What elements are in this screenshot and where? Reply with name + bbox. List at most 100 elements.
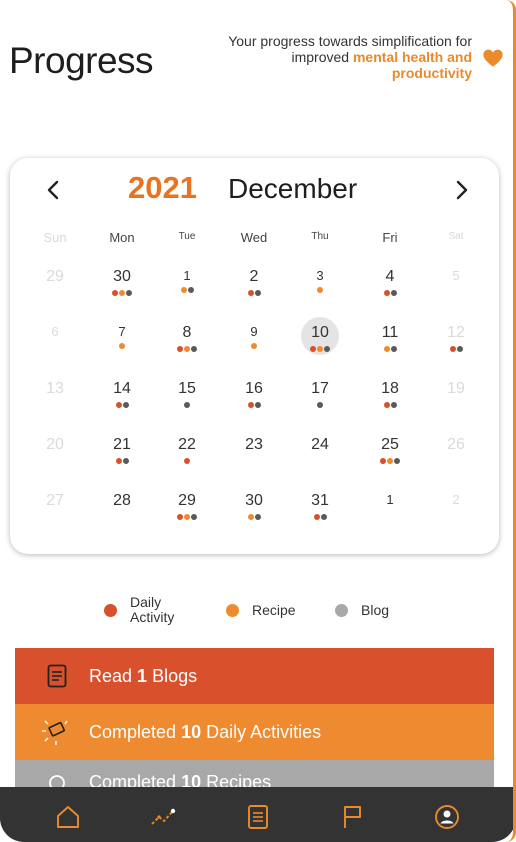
calendar-day[interactable]: 14 xyxy=(100,374,144,420)
calendar-day[interactable]: 13 xyxy=(33,374,77,420)
nav-profile[interactable] xyxy=(432,804,462,830)
calendar-day[interactable]: 19 xyxy=(434,374,478,420)
day-number: 1 xyxy=(183,268,191,283)
nav-home[interactable] xyxy=(53,804,83,830)
calendar-day[interactable]: 20 xyxy=(33,430,77,476)
activity-dots xyxy=(165,402,209,409)
calendar-day[interactable]: 6 xyxy=(33,318,77,364)
recipe-dot xyxy=(317,346,323,352)
calendar-day[interactable]: 30 xyxy=(100,262,144,308)
activity-dots xyxy=(368,290,412,297)
calendar-day[interactable]: 27 xyxy=(33,486,77,532)
summary-suffix: Daily Activities xyxy=(201,721,322,742)
calendar-day[interactable]: 7 xyxy=(100,318,144,364)
day-number: 30 xyxy=(245,492,263,509)
blog-dot xyxy=(335,603,348,617)
bottom-nav xyxy=(0,787,516,842)
nav-progress[interactable] xyxy=(148,804,178,830)
activity-dots xyxy=(368,511,412,518)
day-number: 13 xyxy=(46,380,64,397)
day-number: 12 xyxy=(447,324,465,341)
blog-dot xyxy=(390,402,397,408)
activity-dots xyxy=(434,402,478,409)
calendar-day[interactable]: 18 xyxy=(368,374,412,420)
day-number: 11 xyxy=(381,324,399,341)
calendar-day[interactable]: 4 xyxy=(368,262,412,308)
activity-dots xyxy=(434,346,478,353)
calendar-day[interactable]: 28 xyxy=(100,486,144,532)
blog-dot xyxy=(324,346,330,352)
activity-dots xyxy=(165,346,209,353)
blogs-summary-bar[interactable]: Read 1 Blogs xyxy=(15,648,494,704)
legend-label: Recipe xyxy=(252,601,296,618)
activity-dots xyxy=(232,402,276,409)
flag-icon xyxy=(344,806,361,828)
day-number: 4 xyxy=(385,268,395,285)
blog-dot xyxy=(122,402,129,408)
calendar-day[interactable]: 30 xyxy=(232,486,276,532)
calendar-day[interactable]: 23 xyxy=(232,430,276,476)
calendar-day[interactable]: 26 xyxy=(434,430,478,476)
recipe-dot xyxy=(247,514,254,520)
previous-month-button[interactable] xyxy=(38,172,68,208)
calendar-day[interactable]: 31 xyxy=(298,486,342,532)
daily-activity-dot xyxy=(112,290,118,296)
daily-activity-dot xyxy=(313,514,320,520)
daily-activity-dot xyxy=(104,603,117,617)
daily-activity-dot xyxy=(247,402,254,408)
day-number: 8 xyxy=(182,324,192,341)
calendar-day[interactable]: 11 xyxy=(368,318,412,364)
calendar-day[interactable]: 29 xyxy=(33,262,77,308)
header: Progress Your progress towards simplific… xyxy=(0,0,516,120)
calendar-day[interactable]: 22 xyxy=(165,430,209,476)
calendar-day[interactable]: 5 xyxy=(434,262,478,308)
day-number: 20 xyxy=(46,436,64,453)
calendar-day[interactable]: 17 xyxy=(298,374,342,420)
activity-dots xyxy=(33,402,77,409)
calendar-day[interactable]: 25 xyxy=(368,430,412,476)
blog-dot xyxy=(254,402,261,408)
calendar-day[interactable]: 21 xyxy=(100,430,144,476)
calendar-day[interactable]: 1 xyxy=(165,262,209,308)
activity-dots xyxy=(100,290,144,297)
day-number: 9 xyxy=(250,324,258,339)
activity-dots xyxy=(368,458,412,465)
weekday-label: Sun xyxy=(43,230,67,245)
weekday-label: Mon xyxy=(109,230,135,245)
calendar-day-selected[interactable]: 10 xyxy=(298,317,342,364)
nav-list[interactable] xyxy=(243,804,273,830)
daily-activity-dot xyxy=(247,290,254,296)
calendar-day[interactable]: 9 xyxy=(232,318,276,364)
day-number: 19 xyxy=(447,380,465,397)
activities-summary-bar[interactable]: Completed 10 Daily Activities xyxy=(15,704,494,760)
daily-activity-dot xyxy=(115,402,122,408)
calendar-day[interactable]: 8 xyxy=(165,318,209,364)
calendar-day[interactable]: 3 xyxy=(298,262,342,308)
blog-dot xyxy=(191,346,197,352)
activity-dots xyxy=(33,290,77,297)
blog-dot xyxy=(122,458,129,464)
calendar-day[interactable]: 16 xyxy=(232,374,276,420)
daily-activity-dot xyxy=(380,458,386,464)
activity-dots xyxy=(368,346,412,353)
calendar-day[interactable]: 12 xyxy=(434,318,478,364)
day-number: 2 xyxy=(249,268,259,285)
calendar-day[interactable]: 15 xyxy=(165,374,209,420)
daily-activity-dot xyxy=(310,346,316,352)
daily-activity-dot xyxy=(449,346,456,352)
calendar-day[interactable]: 29 xyxy=(165,486,209,532)
blogs-summary-text: Read 1 Blogs xyxy=(89,666,197,687)
device-frame-edge xyxy=(506,0,516,842)
blog-dot xyxy=(187,287,194,293)
daily-activity-dot xyxy=(383,402,390,408)
next-month-button[interactable] xyxy=(447,172,477,208)
nav-goals[interactable] xyxy=(337,804,367,830)
blog-dot xyxy=(390,346,397,352)
calendar-day[interactable]: 1 xyxy=(368,486,412,532)
recipe-dot xyxy=(317,287,323,293)
calendar-day[interactable]: 2 xyxy=(434,486,478,532)
tagline: Your progress towards simplification for… xyxy=(212,33,472,81)
recipes-summary-bar[interactable]: Completed 10 Recipes xyxy=(15,760,494,790)
calendar-day[interactable]: 24 xyxy=(298,430,342,476)
calendar-day[interactable]: 2 xyxy=(232,262,276,308)
